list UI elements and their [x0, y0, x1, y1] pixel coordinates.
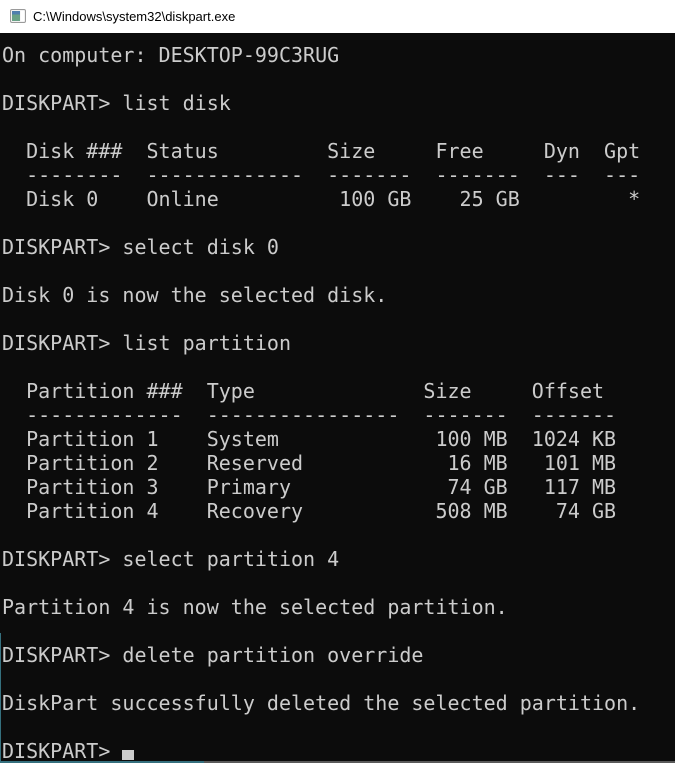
prompt-text: DISKPART>	[2, 739, 122, 763]
console-line: Disk 0 is now the selected disk.	[2, 283, 675, 307]
console-line: DISKPART> delete partition override	[2, 643, 675, 667]
console-window-icon	[10, 8, 26, 24]
console-line	[2, 523, 675, 547]
console-output: On computer: DESKTOP-99C3RUG DISKPART> li…	[2, 43, 675, 739]
window-title: C:\Windows\system32\diskpart.exe	[33, 0, 235, 33]
text-cursor	[122, 750, 134, 760]
window-border-left	[0, 633, 1, 763]
console-line: Partition 3 Primary 74 GB 117 MB	[2, 475, 675, 499]
console-line: Disk 0 Online 100 GB 25 GB *	[2, 187, 675, 211]
console-line: Disk ### Status Size Free Dyn Gpt	[2, 139, 675, 163]
console-line	[2, 211, 675, 235]
console-window: C:\Windows\system32\diskpart.exe On comp…	[0, 0, 675, 763]
console-line: Partition 4 Recovery 508 MB 74 GB	[2, 499, 675, 523]
console-line	[2, 259, 675, 283]
console-line	[2, 355, 675, 379]
console-line	[2, 67, 675, 91]
console-line: DiskPart successfully deleted the select…	[2, 691, 675, 715]
console-line: Partition 1 System 100 MB 1024 KB	[2, 427, 675, 451]
console-line: Partition 4 is now the selected partitio…	[2, 595, 675, 619]
console-line: On computer: DESKTOP-99C3RUG	[2, 43, 675, 67]
console-line: DISKPART> select partition 4	[2, 547, 675, 571]
console-line	[2, 307, 675, 331]
console-line: Partition ### Type Size Offset	[2, 379, 675, 403]
console-line: -------- ------------- ------- ------- -…	[2, 163, 675, 187]
console-viewport[interactable]: On computer: DESKTOP-99C3RUG DISKPART> li…	[0, 33, 675, 763]
title-bar[interactable]: C:\Windows\system32\diskpart.exe	[0, 0, 675, 33]
console-line	[2, 619, 675, 643]
console-line: DISKPART> list disk	[2, 91, 675, 115]
console-prompt-line[interactable]: DISKPART>	[2, 739, 675, 763]
console-line: ------------- ---------------- ------- -…	[2, 403, 675, 427]
console-line	[2, 115, 675, 139]
console-line: Partition 2 Reserved 16 MB 101 MB	[2, 451, 675, 475]
console-line: DISKPART> select disk 0	[2, 235, 675, 259]
console-line	[2, 667, 675, 691]
console-line	[2, 715, 675, 739]
console-line: DISKPART> list partition	[2, 331, 675, 355]
console-line	[2, 571, 675, 595]
